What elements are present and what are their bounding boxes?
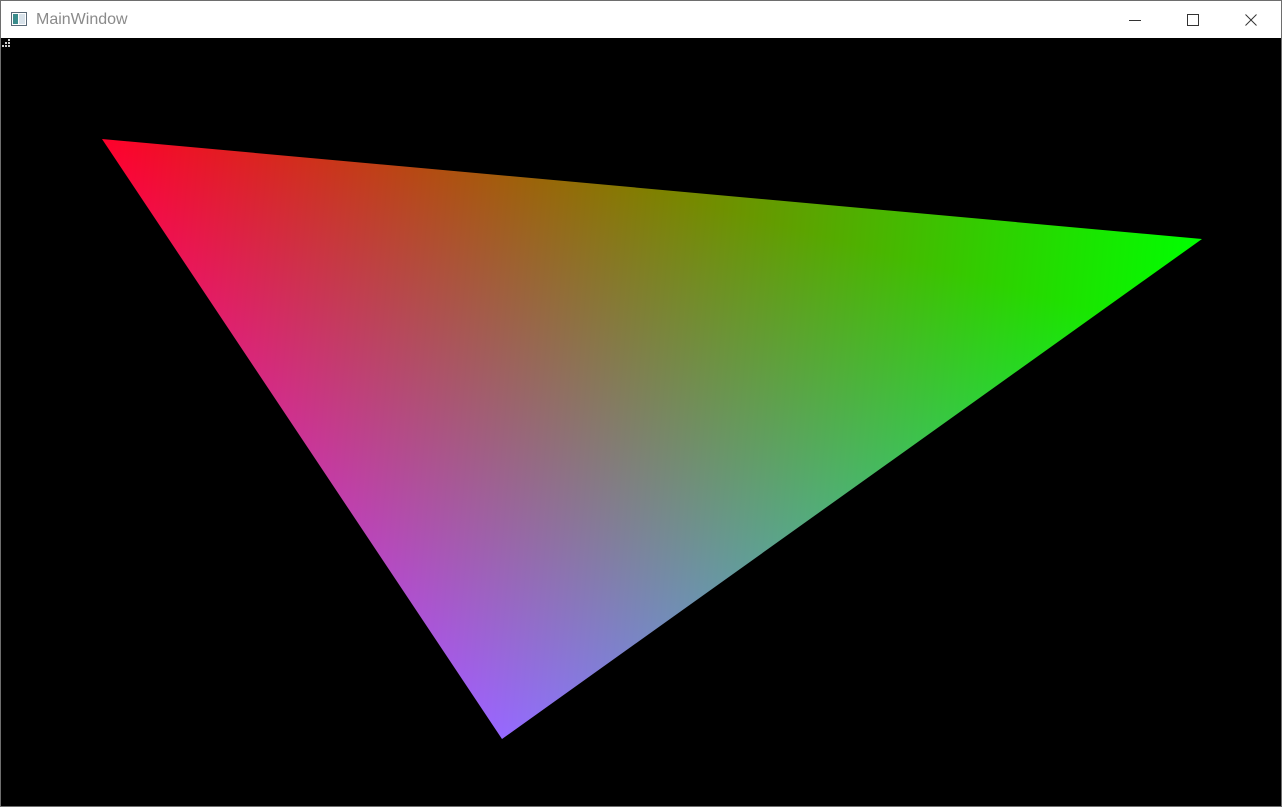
maximize-icon	[1187, 13, 1199, 26]
app-window-icon	[11, 12, 27, 26]
close-button[interactable]	[1222, 1, 1280, 38]
main-window: MainWindow	[0, 0, 1282, 807]
minimize-icon	[1129, 19, 1141, 21]
resize-grip-icon[interactable]	[1, 38, 11, 48]
window-title: MainWindow	[36, 11, 128, 28]
title-bar[interactable]: MainWindow	[1, 1, 1281, 38]
maximize-button[interactable]	[1164, 1, 1222, 38]
triangle-scene	[102, 139, 1202, 739]
close-icon	[1245, 13, 1257, 26]
triangle-b	[102, 139, 1202, 739]
render-canvas[interactable]	[1, 38, 1281, 806]
minimize-button[interactable]	[1106, 1, 1164, 38]
